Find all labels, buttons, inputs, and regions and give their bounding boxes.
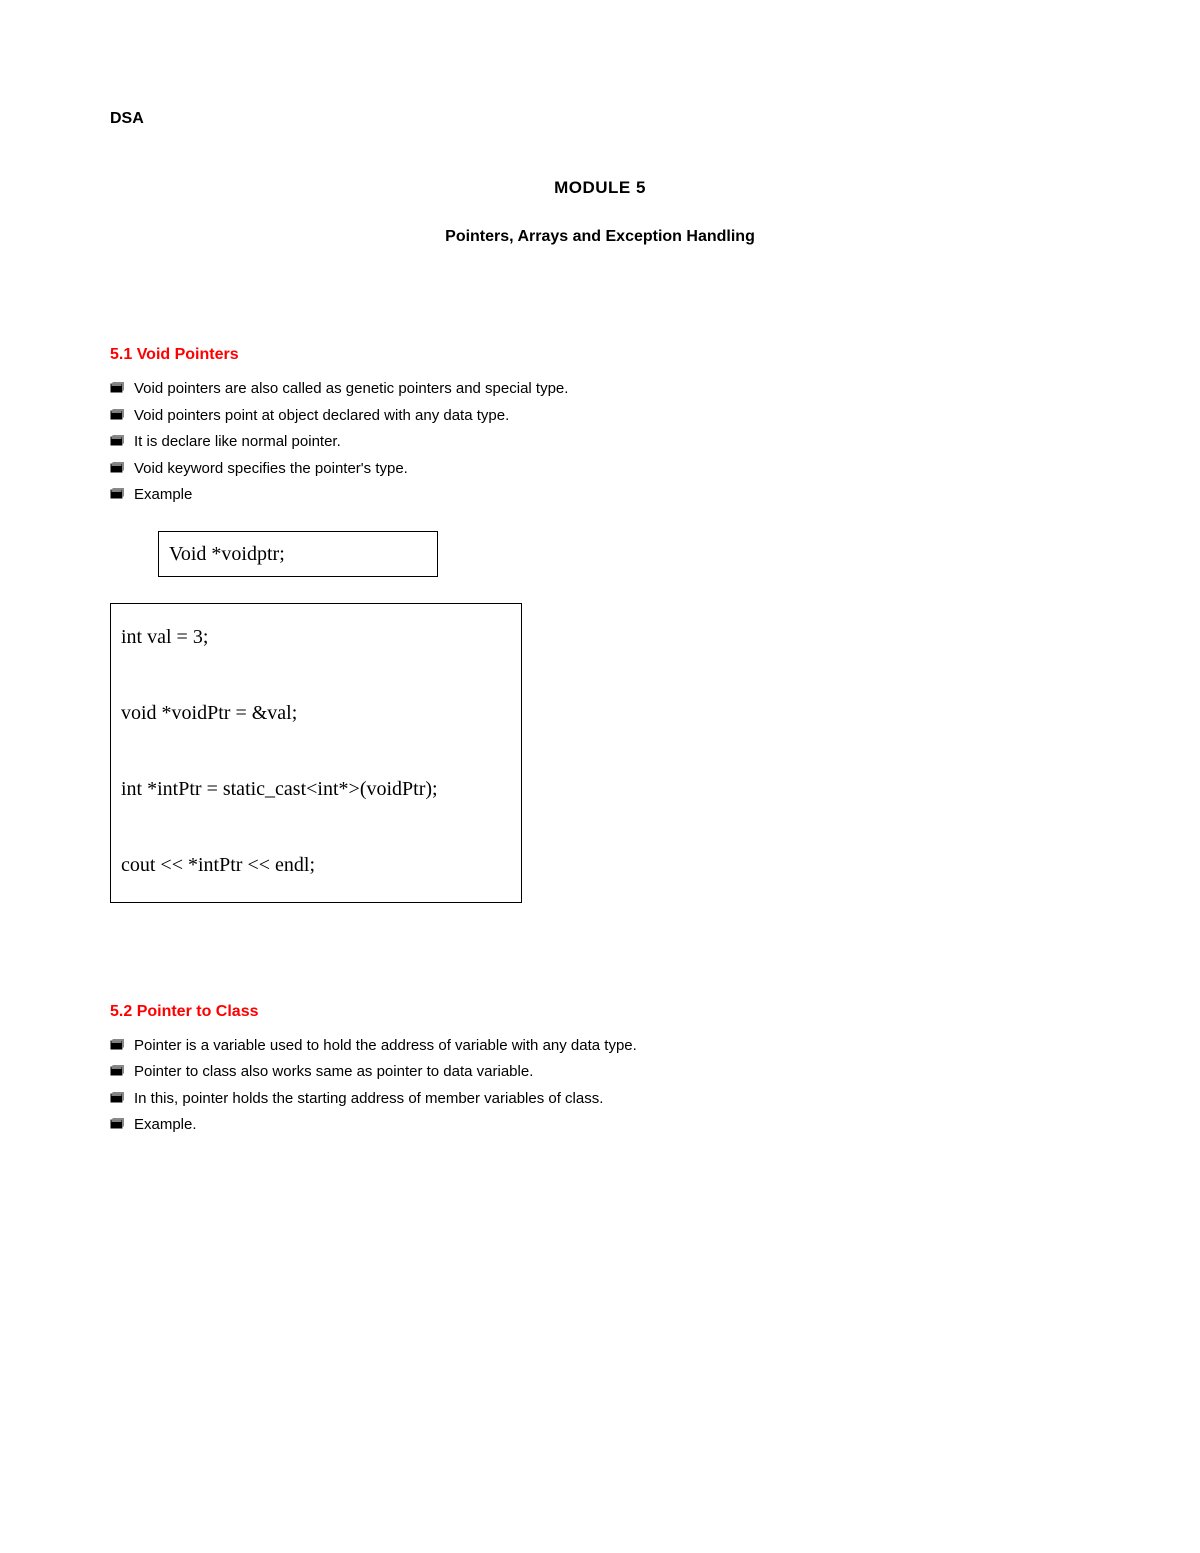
list-item-text: Pointer is a variable used to hold the a… <box>134 1035 637 1058</box>
bullet-icon <box>110 435 124 447</box>
bullet-icon <box>110 1092 124 1104</box>
code-line: int val = 3; <box>121 618 511 656</box>
bullet-list-section2: Pointer is a variable used to hold the a… <box>110 1035 1090 1137</box>
list-item: In this, pointer holds the starting addr… <box>110 1088 1090 1111</box>
bullet-icon <box>110 409 124 421</box>
list-item: Void pointers point at object declared w… <box>110 405 1090 428</box>
code-line: void *voidPtr = &val; <box>121 694 511 732</box>
list-item: Void pointers are also called as genetic… <box>110 378 1090 401</box>
list-item: Pointer to class also works same as poin… <box>110 1061 1090 1084</box>
list-item: Example. <box>110 1114 1090 1137</box>
list-item-text: Void keyword specifies the pointer's typ… <box>134 458 408 481</box>
list-item-text: Void pointers point at object declared w… <box>134 405 509 428</box>
bullet-icon <box>110 1118 124 1130</box>
section-heading-pointer-to-class: 5.2 Pointer to Class <box>110 1003 1090 1021</box>
header-course-label: DSA <box>110 110 1090 128</box>
list-item: Pointer is a variable used to hold the a… <box>110 1035 1090 1058</box>
bullet-icon <box>110 1039 124 1051</box>
code-box-declaration: Void *voidptr; <box>158 531 438 577</box>
bullet-icon <box>110 462 124 474</box>
list-item-text: It is declare like normal pointer. <box>134 431 341 454</box>
bullet-list-section1: Void pointers are also called as genetic… <box>110 378 1090 507</box>
bullet-icon <box>110 488 124 500</box>
list-item: Void keyword specifies the pointer's typ… <box>110 458 1090 481</box>
list-item-text: In this, pointer holds the starting addr… <box>134 1088 603 1111</box>
list-item-text: Example <box>134 484 192 507</box>
code-box-example: int val = 3; void *voidPtr = &val; int *… <box>110 603 522 903</box>
module-title: MODULE 5 <box>110 178 1090 198</box>
list-item: It is declare like normal pointer. <box>110 431 1090 454</box>
bullet-icon <box>110 1065 124 1077</box>
list-item: Example <box>110 484 1090 507</box>
list-item-text: Void pointers are also called as genetic… <box>134 378 568 401</box>
module-subtitle: Pointers, Arrays and Exception Handling <box>110 228 1090 246</box>
bullet-icon <box>110 382 124 394</box>
code-line: int *intPtr = static_cast<int*>(voidPtr)… <box>121 770 511 808</box>
section-heading-void-pointers: 5.1 Void Pointers <box>110 346 1090 364</box>
list-item-text: Example. <box>134 1114 197 1137</box>
code-line: cout << *intPtr << endl; <box>121 846 511 884</box>
list-item-text: Pointer to class also works same as poin… <box>134 1061 533 1084</box>
document-page: DSA MODULE 5 Pointers, Arrays and Except… <box>0 0 1200 1553</box>
